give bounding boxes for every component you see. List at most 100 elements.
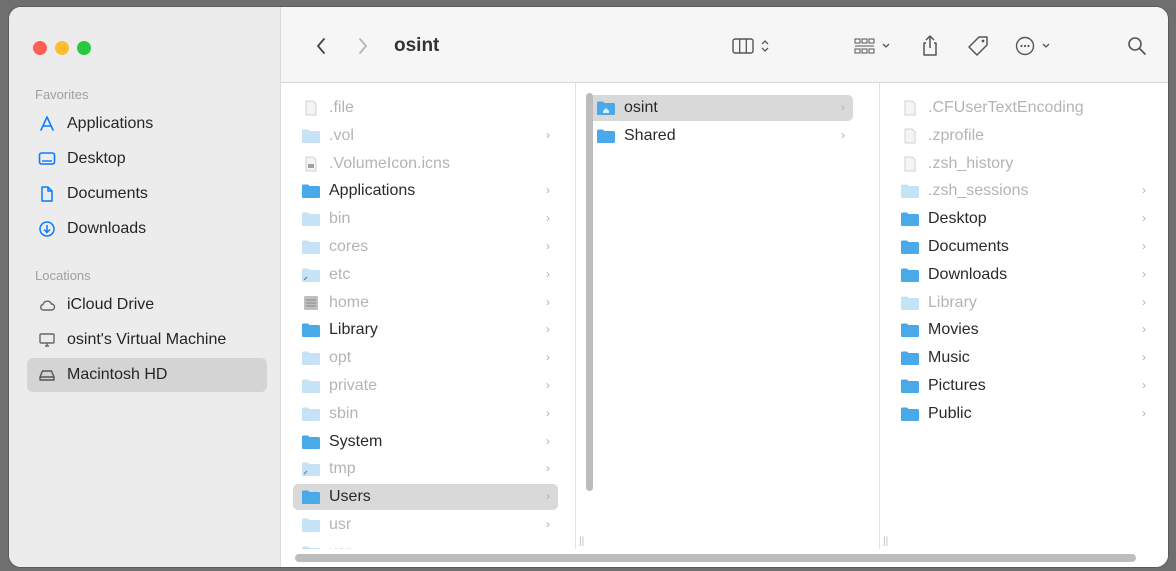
sidebar-item-label: Downloads <box>67 220 147 237</box>
sidebar-item-downloads[interactable]: Downloads <box>27 212 267 246</box>
sidebar-item-applications[interactable]: Applications <box>27 107 267 141</box>
back-button[interactable] <box>311 33 331 59</box>
file-name: Public <box>928 404 972 422</box>
column-resize-handle[interactable]: || <box>579 536 584 547</box>
file-name: Users <box>329 488 371 506</box>
chevron-right-icon: › <box>546 545 550 549</box>
file-row-users[interactable]: Users › <box>293 484 558 511</box>
sidebar-item-label: Applications <box>67 115 154 132</box>
file-name: Library <box>329 321 378 339</box>
finder-window: Favorites Applications Desktop Documents… <box>9 7 1168 567</box>
forward-button[interactable] <box>353 33 373 59</box>
chevron-right-icon: › <box>841 100 845 114</box>
file-name: .vol <box>329 126 354 144</box>
close-button[interactable] <box>33 41 47 55</box>
sidebar-item-icloud-drive[interactable]: iCloud Drive <box>27 288 267 322</box>
file-row-sbin[interactable]: sbin › <box>293 401 558 427</box>
folder-icon <box>900 183 920 199</box>
file-name: tmp <box>329 460 356 478</box>
sidebar-item-documents[interactable]: Documents <box>27 177 267 211</box>
file-row-movies[interactable]: Movies › <box>892 317 1154 343</box>
file-row-downloads[interactable]: Downloads › <box>892 262 1154 288</box>
file-row-desktop[interactable]: Desktop › <box>892 206 1154 232</box>
sidebar-item-virtual-machine[interactable]: osint's Virtual Machine <box>27 323 267 357</box>
search-icon <box>1128 37 1146 55</box>
toolbar: osint <box>281 7 1168 83</box>
column-resize-handle[interactable]: || <box>883 536 888 547</box>
sidebar: Favorites Applications Desktop Documents… <box>9 7 281 567</box>
file-row-pictures[interactable]: Pictures › <box>892 373 1154 399</box>
share-icon <box>923 35 937 56</box>
more-actions-button[interactable] <box>1011 33 1061 59</box>
file-row-usr[interactable]: usr › <box>293 512 558 538</box>
chevron-right-icon: › <box>1142 322 1146 337</box>
sidebar-item-label: Documents <box>67 185 148 202</box>
chevron-right-icon: › <box>1142 294 1146 309</box>
sidebar-item-macintosh-hd[interactable]: Macintosh HD <box>27 358 267 392</box>
file-name: .file <box>329 99 354 116</box>
file-name: sbin <box>329 404 359 422</box>
folder-icon <box>301 434 321 450</box>
chevron-right-icon: › <box>1142 378 1146 392</box>
file-row-zsh-history[interactable]: .zsh_history <box>892 151 1154 177</box>
zoom-button[interactable] <box>77 41 91 55</box>
file-row-cores[interactable]: cores › <box>293 234 558 260</box>
chevron-right-icon: › <box>1142 266 1146 281</box>
file-row-zsh-sessions[interactable]: .zsh_sessions › <box>892 178 1154 204</box>
file-row-volumeicon-icns[interactable]: .VolumeIcon.icns <box>293 151 558 177</box>
file-row-documents[interactable]: Documents › <box>892 234 1154 260</box>
file-name: Downloads <box>928 265 1008 283</box>
file-row-library[interactable]: Library › <box>293 317 558 343</box>
chevron-right-icon: › <box>546 517 550 531</box>
chevron-right-icon: › <box>546 294 550 309</box>
file-name: Shared <box>624 126 676 144</box>
file-row-file[interactable]: .file <box>293 95 558 121</box>
folder-icon <box>301 406 321 422</box>
file-name: Music <box>928 349 970 367</box>
view-mode-button[interactable] <box>729 33 779 59</box>
column-scrollbar[interactable] <box>586 93 593 491</box>
horizontal-scrollbar[interactable] <box>295 554 1136 562</box>
file-row-home[interactable]: home › <box>293 290 558 316</box>
file-row-zprofile[interactable]: .zprofile <box>892 123 1154 149</box>
group-button[interactable] <box>849 33 899 59</box>
tag-button[interactable] <box>964 33 992 59</box>
folder-icon <box>900 239 920 255</box>
folder-icon <box>900 295 920 311</box>
file-name: .zsh_sessions <box>928 182 1029 200</box>
file-row-opt[interactable]: opt › <box>293 345 558 371</box>
tag-icon <box>968 36 988 56</box>
back-icon <box>316 38 325 54</box>
folder-icon <box>301 211 321 227</box>
chevron-right-icon: › <box>546 433 550 448</box>
file-row-osint[interactable]: osint › <box>588 95 853 121</box>
search-button[interactable] <box>1123 33 1151 59</box>
file-row-system[interactable]: System › <box>293 429 558 455</box>
group-icon <box>854 38 890 54</box>
file-row-private[interactable]: private › <box>293 373 558 399</box>
file-row-library[interactable]: Library › <box>892 290 1154 316</box>
file-row-music[interactable]: Music › <box>892 345 1154 371</box>
more-icon <box>1015 36 1050 56</box>
share-button[interactable] <box>916 33 944 59</box>
sidebar-item-desktop[interactable]: Desktop <box>27 142 267 176</box>
file-row-tmp[interactable]: tmp › <box>293 456 558 482</box>
file-row-applications[interactable]: Applications › <box>293 178 558 204</box>
file-icon <box>301 156 321 172</box>
file-row-bin[interactable]: bin › <box>293 206 558 232</box>
file-name: Applications <box>329 182 416 200</box>
file-row-cfusertextencoding[interactable]: .CFUserTextEncoding <box>892 95 1154 121</box>
file-row-vol[interactable]: .vol › <box>293 123 558 149</box>
file-row-etc[interactable]: etc › <box>293 262 558 288</box>
chevron-right-icon: › <box>546 405 550 420</box>
locations-heading: Locations <box>35 268 91 283</box>
file-row-var[interactable]: var › <box>293 540 558 549</box>
file-name: private <box>329 377 378 394</box>
file-name: System <box>329 432 383 450</box>
chevron-right-icon: › <box>1142 405 1146 420</box>
disk-icon <box>37 365 57 385</box>
minimize-button[interactable] <box>55 41 69 55</box>
file-row-public[interactable]: Public › <box>892 401 1154 427</box>
file-name: cores <box>329 238 369 255</box>
file-row-shared[interactable]: Shared › <box>588 123 853 149</box>
